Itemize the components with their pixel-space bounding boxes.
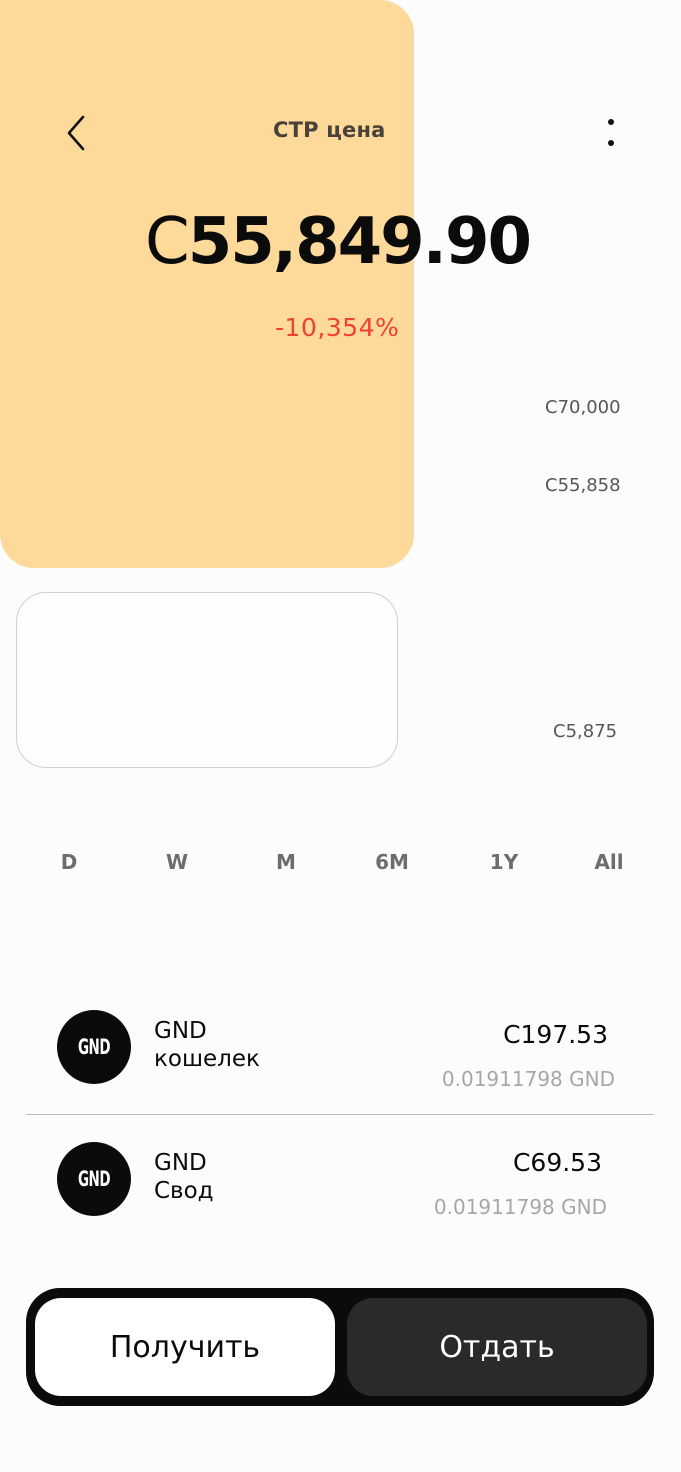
asset-name: GND кошелек bbox=[154, 1017, 260, 1073]
asset-crypto-balance: 0.01911798 GND bbox=[441, 1067, 615, 1091]
more-vertical-icon bbox=[608, 118, 614, 125]
period-tab-6m[interactable]: 6M bbox=[375, 850, 409, 874]
coin-logo-text: GND bbox=[77, 1034, 111, 1060]
asset-name-line2: кошелек bbox=[154, 1046, 260, 1072]
action-bar: Получить Отдать bbox=[26, 1288, 654, 1406]
period-selector: D W M 6M 1Y All bbox=[0, 850, 681, 882]
asset-row-wallet[interactable]: GND GND кошелек C197.53 0.01911798 GND bbox=[0, 1000, 681, 1100]
page-title: СТР цена bbox=[273, 118, 386, 142]
currency-symbol: C bbox=[145, 205, 190, 279]
price-value: 55,849.90 bbox=[187, 205, 532, 279]
asset-name-line1: GND bbox=[154, 1018, 207, 1044]
asset-name-line2: Свод bbox=[154, 1178, 214, 1204]
price-hero-card bbox=[0, 0, 414, 568]
period-tab-d[interactable]: D bbox=[61, 850, 78, 874]
asset-fiat-balance: C69.53 bbox=[512, 1148, 602, 1177]
asset-name: GND Свод bbox=[154, 1149, 214, 1205]
current-price: C55,849.90 bbox=[145, 205, 532, 279]
more-vertical-icon-dot bbox=[608, 139, 614, 146]
chart-axis-label-low: C5,875 bbox=[553, 721, 618, 742]
coin-logo-text: GND bbox=[77, 1166, 111, 1192]
price-change: -10,354% bbox=[275, 313, 400, 342]
price-chart[interactable] bbox=[16, 592, 398, 768]
send-button[interactable]: Отдать bbox=[347, 1298, 647, 1396]
chevron-left-icon bbox=[67, 115, 85, 151]
chart-axis-label-current: C55,858 bbox=[545, 475, 621, 496]
back-button[interactable] bbox=[58, 110, 94, 156]
asset-fiat-balance: C197.53 bbox=[503, 1020, 608, 1049]
chart-axis-label-high: C70,000 bbox=[545, 397, 621, 418]
divider bbox=[26, 1114, 654, 1115]
asset-crypto-balance: 0.01911798 GND bbox=[433, 1195, 607, 1219]
period-tab-m[interactable]: M bbox=[276, 850, 296, 874]
receive-button[interactable]: Получить bbox=[35, 1298, 335, 1396]
period-tab-1y[interactable]: 1Y bbox=[490, 850, 518, 874]
asset-name-line1: GND bbox=[154, 1150, 207, 1176]
gnd-coin-icon: GND bbox=[57, 1010, 131, 1084]
asset-row-vault[interactable]: GND GND Свод C69.53 0.01911798 GND bbox=[0, 1132, 681, 1232]
period-tab-all[interactable]: All bbox=[594, 850, 623, 874]
more-options-button[interactable] bbox=[596, 110, 626, 154]
gnd-coin-icon: GND bbox=[57, 1142, 131, 1216]
period-tab-w[interactable]: W bbox=[166, 850, 188, 874]
